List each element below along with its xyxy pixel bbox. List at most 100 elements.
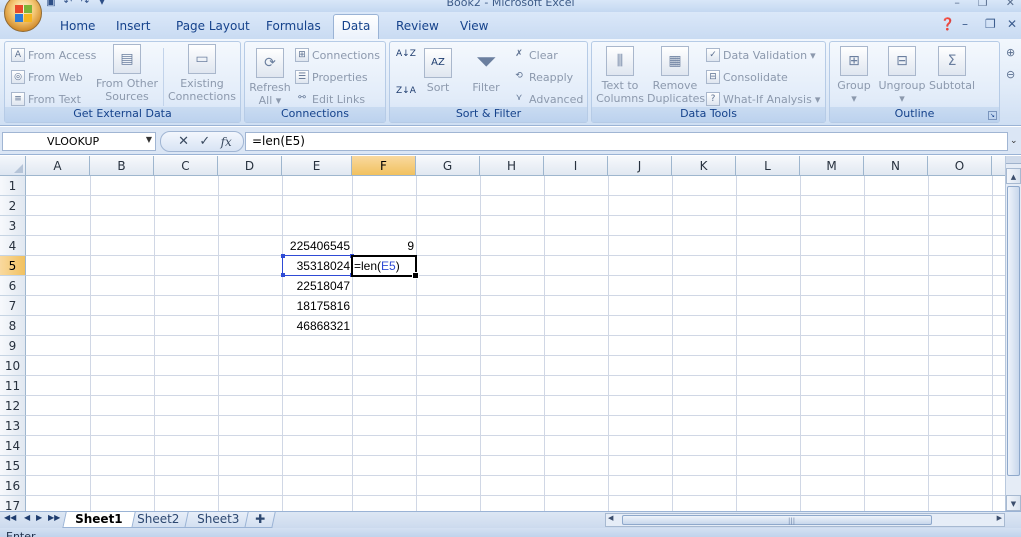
- cell-f4[interactable]: 9: [352, 236, 416, 256]
- column-header-j[interactable]: J: [608, 156, 672, 176]
- cell-e7[interactable]: 18175816: [282, 296, 352, 316]
- close-workbook-icon[interactable]: ✕: [1007, 17, 1017, 31]
- tab-page-layout[interactable]: Page Layout: [176, 19, 250, 33]
- text-to-columns-button[interactable]: ⫼ Text to Columns: [595, 46, 645, 105]
- expand-formula-bar-icon[interactable]: ⌄: [1010, 132, 1021, 151]
- show-detail-icon[interactable]: ⊕: [1006, 43, 1015, 61]
- scroll-up-icon[interactable]: ▲: [1006, 168, 1021, 184]
- close-window-icon[interactable]: ✕: [1006, 0, 1015, 9]
- remove-duplicates-button[interactable]: ▦ Remove Duplicates: [647, 46, 705, 105]
- row-header-14[interactable]: 14: [0, 436, 26, 456]
- tab-insert[interactable]: Insert: [116, 19, 150, 33]
- connections-button[interactable]: ⊞ Connections: [295, 46, 380, 64]
- row-header-16[interactable]: 16: [0, 476, 26, 496]
- vertical-scrollbar[interactable]: ▲ ▼: [1005, 156, 1021, 511]
- tab-formulas[interactable]: Formulas: [266, 19, 321, 33]
- data-validation-button[interactable]: ✓ Data Validation ▾: [706, 46, 816, 64]
- restore-window-icon[interactable]: ❐: [978, 0, 988, 9]
- column-header-partial[interactable]: [992, 156, 1005, 176]
- save-icon[interactable]: ▣: [44, 0, 58, 9]
- hide-detail-icon[interactable]: ⊖: [1006, 65, 1015, 83]
- sheet-tab-sheet3[interactable]: Sheet3: [184, 512, 253, 528]
- select-all-button[interactable]: [0, 156, 26, 176]
- sort-button[interactable]: AZ Sort: [420, 48, 456, 94]
- cell-e4[interactable]: 225406545: [282, 236, 352, 256]
- row-header-5[interactable]: 5: [0, 256, 26, 276]
- tab-view[interactable]: View: [460, 19, 488, 33]
- reapply-button[interactable]: ⟲ Reapply: [512, 68, 573, 86]
- column-header-b[interactable]: B: [90, 156, 154, 176]
- from-text-button[interactable]: ≡ From Text: [11, 90, 81, 108]
- scroll-right-icon[interactable]: ▶: [997, 514, 1002, 522]
- row-header-8[interactable]: 8: [0, 316, 26, 336]
- scroll-down-icon[interactable]: ▼: [1006, 495, 1021, 511]
- sort-ascending-button[interactable]: A↓Z: [396, 50, 416, 68]
- restore-workbook-icon[interactable]: ❐: [985, 17, 996, 31]
- column-header-k[interactable]: K: [672, 156, 736, 176]
- row-header-15[interactable]: 15: [0, 456, 26, 476]
- advanced-button[interactable]: ⋎ Advanced: [512, 90, 584, 108]
- row-header-1[interactable]: 1: [0, 176, 26, 196]
- customize-qat-icon[interactable]: ▾: [95, 0, 109, 9]
- group-button[interactable]: ⊞ Group ▾: [832, 46, 876, 105]
- column-header-g[interactable]: G: [416, 156, 480, 176]
- from-other-sources-button[interactable]: ▤ From Other Sources: [95, 44, 159, 103]
- properties-button[interactable]: ☰ Properties: [295, 68, 368, 86]
- from-access-button[interactable]: A From Access: [11, 46, 96, 64]
- subtotal-button[interactable]: Σ Subtotal: [928, 46, 976, 92]
- row-header-4[interactable]: 4: [0, 236, 26, 256]
- insert-sheet-button[interactable]: ✚: [244, 512, 276, 528]
- existing-connections-button[interactable]: ▭ Existing Connections: [167, 44, 237, 103]
- row-header-9[interactable]: 9: [0, 336, 26, 356]
- vertical-scroll-thumb[interactable]: [1007, 186, 1020, 476]
- sort-descending-button[interactable]: Z↓A: [396, 82, 416, 100]
- column-header-m[interactable]: M: [800, 156, 864, 176]
- row-header-2[interactable]: 2: [0, 196, 26, 216]
- tab-home[interactable]: Home: [60, 19, 95, 33]
- row-header-17[interactable]: 17: [0, 496, 26, 511]
- tab-review[interactable]: Review: [396, 19, 439, 33]
- formula-input[interactable]: =len(E5): [245, 132, 1008, 151]
- enter-icon[interactable]: ✓: [199, 134, 210, 149]
- column-header-l[interactable]: L: [736, 156, 800, 176]
- split-box[interactable]: [1006, 156, 1021, 164]
- cancel-icon[interactable]: ✕: [178, 134, 189, 149]
- name-box-dropdown-icon[interactable]: ▼: [146, 135, 152, 144]
- minimize-workbook-icon[interactable]: –: [962, 17, 968, 31]
- previous-sheet-icon[interactable]: ◀: [24, 513, 30, 522]
- column-header-e[interactable]: E: [282, 156, 352, 176]
- column-header-o[interactable]: O: [928, 156, 992, 176]
- cell-e6[interactable]: 22518047: [282, 276, 352, 296]
- consolidate-button[interactable]: ⊟ Consolidate: [706, 68, 788, 86]
- row-header-13[interactable]: 13: [0, 416, 26, 436]
- filter-button[interactable]: ⏷ Filter: [466, 48, 506, 94]
- redo-icon[interactable]: ↷: [78, 0, 92, 9]
- column-header-i[interactable]: I: [544, 156, 608, 176]
- first-sheet-icon[interactable]: ◀◀: [4, 513, 16, 522]
- horizontal-scrollbar[interactable]: ◀ ||| ▶: [605, 513, 1005, 527]
- scroll-left-icon[interactable]: ◀: [608, 514, 613, 522]
- row-header-11[interactable]: 11: [0, 376, 26, 396]
- sheet-tab-sheet1[interactable]: Sheet1: [62, 512, 136, 528]
- worksheet-grid[interactable]: A B C D E F G H I J K L M N O 1 2 3 4 5 …: [0, 156, 1005, 511]
- column-header-f[interactable]: F: [352, 156, 416, 176]
- row-header-10[interactable]: 10: [0, 356, 26, 376]
- name-box[interactable]: VLOOKUP ▼: [2, 132, 156, 151]
- from-web-button[interactable]: ◎ From Web: [11, 68, 83, 86]
- ungroup-button[interactable]: ⊟ Ungroup ▾: [876, 46, 928, 105]
- row-header-7[interactable]: 7: [0, 296, 26, 316]
- outline-dialog-launcher-icon[interactable]: ↘: [988, 111, 997, 120]
- last-sheet-icon[interactable]: ▶▶: [48, 513, 60, 522]
- row-header-6[interactable]: 6: [0, 276, 26, 296]
- insert-function-icon[interactable]: fx: [221, 135, 232, 149]
- column-header-d[interactable]: D: [218, 156, 282, 176]
- column-header-c[interactable]: C: [154, 156, 218, 176]
- clear-button[interactable]: ✗ Clear: [512, 46, 558, 64]
- help-icon[interactable]: ❓: [940, 17, 955, 31]
- tab-data[interactable]: Data: [333, 14, 379, 40]
- undo-icon[interactable]: ↶: [61, 0, 75, 9]
- row-header-3[interactable]: 3: [0, 216, 26, 236]
- column-header-h[interactable]: H: [480, 156, 544, 176]
- what-if-analysis-button[interactable]: ? What-If Analysis ▾: [706, 90, 820, 108]
- column-header-n[interactable]: N: [864, 156, 928, 176]
